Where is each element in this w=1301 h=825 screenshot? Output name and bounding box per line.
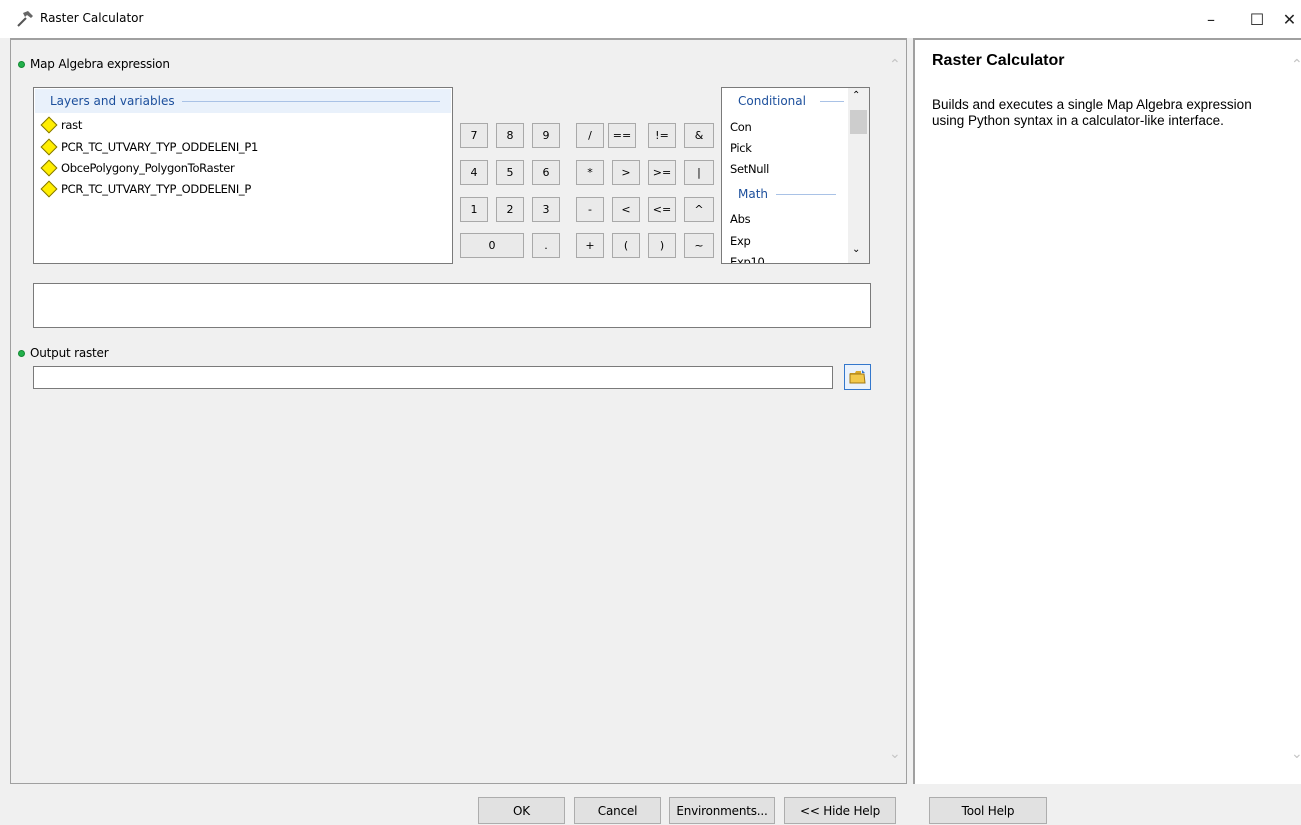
calc-button-8[interactable]: 8 [496, 123, 524, 148]
scroll-down-icon[interactable]: ⌄ [852, 244, 860, 255]
calc-button-7[interactable]: 7 [460, 123, 488, 148]
function-item[interactable]: Abs [730, 212, 751, 226]
calc-button-divide[interactable]: / [576, 123, 604, 148]
calc-button-not-equal[interactable]: != [648, 123, 676, 148]
layer-item[interactable]: ObcePolygony_PolygonToRaster [40, 157, 235, 179]
help-panel [913, 38, 1301, 784]
calc-button-greater-equal[interactable]: >= [648, 160, 676, 185]
calc-button-less[interactable]: < [612, 197, 640, 222]
expression-input[interactable] [33, 283, 871, 328]
calc-button-and[interactable]: & [684, 123, 714, 148]
open-folder-icon [849, 370, 866, 384]
calc-button-1[interactable]: 1 [460, 197, 488, 222]
layer-label: ObcePolygony_PolygonToRaster [61, 161, 235, 175]
hide-help-button[interactable]: << Hide Help [784, 797, 896, 824]
calc-button-6[interactable]: 6 [532, 160, 560, 185]
map-algebra-label: Map Algebra expression [30, 57, 170, 71]
layers-header-label: Layers and variables [50, 94, 175, 108]
ok-button[interactable]: OK [478, 797, 565, 824]
maximize-button[interactable]: ☐ [1234, 0, 1280, 38]
calc-button-xor[interactable]: ^ [684, 197, 714, 222]
function-item[interactable]: SetNull [730, 162, 769, 176]
layers-header: Layers and variables [35, 89, 451, 113]
calc-button-5[interactable]: 5 [496, 160, 524, 185]
divider [182, 101, 440, 102]
calc-button-9[interactable]: 9 [532, 123, 560, 148]
window-title: Raster Calculator [40, 11, 144, 25]
layer-diamond-icon [40, 116, 58, 134]
layers-list[interactable]: Layers and variables rast PCR_TC_UTVARY_… [33, 87, 453, 264]
calc-button-less-equal[interactable]: <= [648, 197, 676, 222]
layer-diamond-icon [40, 180, 58, 198]
environments-button[interactable]: Environments... [669, 797, 775, 824]
layer-item[interactable]: PCR_TC_UTVARY_TYP_ODDELENI_P1 [40, 136, 258, 158]
calc-button-greater[interactable]: > [612, 160, 640, 185]
tool-help-button[interactable]: Tool Help [929, 797, 1047, 824]
conditional-group-label: Conditional [738, 94, 806, 108]
minimize-button[interactable]: – [1188, 0, 1234, 38]
layer-diamond-icon [40, 159, 58, 177]
layer-item[interactable]: rast [40, 114, 82, 136]
chevron-down-icon[interactable]: ⌄ [889, 746, 901, 762]
calc-button-equal[interactable]: == [608, 123, 636, 148]
calc-button-4[interactable]: 4 [460, 160, 488, 185]
layer-label: rast [61, 118, 83, 132]
help-title: Raster Calculator [932, 52, 1065, 69]
function-item[interactable]: Con [730, 120, 752, 134]
close-button[interactable]: ✕ [1278, 0, 1301, 38]
divider [776, 194, 836, 195]
output-raster-input[interactable] [33, 366, 833, 389]
help-chevron-up-icon[interactable]: ⌃ [1291, 57, 1301, 73]
function-item[interactable]: Exp [730, 234, 751, 248]
calc-button-open-paren[interactable]: ( [612, 233, 640, 258]
math-group-label: Math [738, 187, 769, 201]
chevron-up-icon[interactable]: ⌃ [889, 57, 901, 73]
layer-label: PCR_TC_UTVARY_TYP_ODDELENI_P1 [61, 140, 259, 154]
scroll-up-icon[interactable]: ⌃ [852, 90, 860, 101]
scroll-thumb[interactable] [850, 110, 867, 134]
title-bar [0, 0, 1301, 38]
cancel-button[interactable]: Cancel [574, 797, 661, 824]
calc-button-decimal[interactable]: . [532, 233, 560, 258]
calc-button-multiply[interactable]: * [576, 160, 604, 185]
layer-label: PCR_TC_UTVARY_TYP_ODDELENI_P [61, 182, 252, 196]
output-raster-label: Output raster [30, 346, 109, 360]
help-chevron-down-icon[interactable]: ⌄ [1291, 746, 1301, 762]
function-item[interactable]: Exp10 [730, 255, 765, 263]
hammer-icon [16, 10, 34, 28]
calc-button-or[interactable]: | [684, 160, 714, 185]
divider [820, 101, 844, 102]
function-item[interactable]: Pick [730, 141, 752, 155]
calc-button-close-paren[interactable]: ) [648, 233, 676, 258]
calc-button-minus[interactable]: - [576, 197, 604, 222]
calc-button-3[interactable]: 3 [532, 197, 560, 222]
calc-button-0[interactable]: 0 [460, 233, 524, 258]
browse-button[interactable] [844, 364, 871, 390]
calc-button-not[interactable]: ~ [684, 233, 714, 258]
calc-button-plus[interactable]: + [576, 233, 604, 258]
required-dot-icon [18, 61, 25, 68]
calc-button-2[interactable]: 2 [496, 197, 524, 222]
help-body: Builds and executes a single Map Algebra… [932, 97, 1252, 128]
required-dot-icon [18, 350, 25, 357]
layer-item[interactable]: PCR_TC_UTVARY_TYP_ODDELENI_P [40, 178, 251, 200]
layer-diamond-icon [40, 138, 58, 156]
